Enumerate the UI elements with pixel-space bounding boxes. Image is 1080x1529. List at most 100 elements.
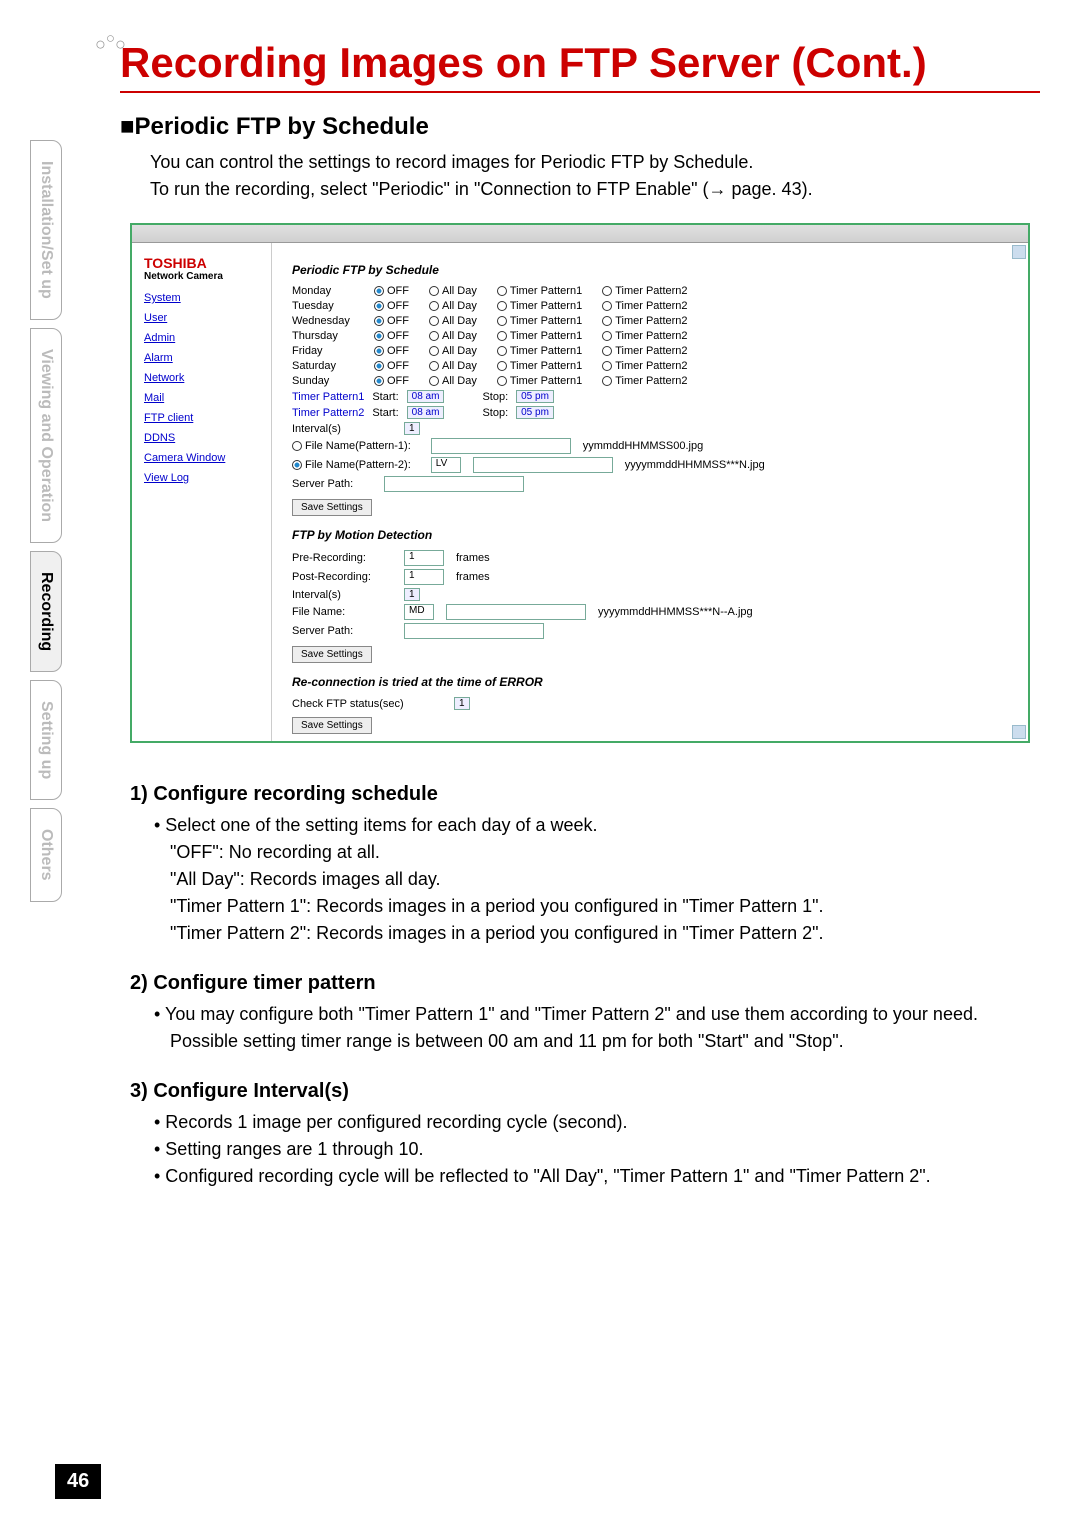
radio-icon[interactable] (429, 286, 439, 296)
tp1-stop-select[interactable]: 05 pm (516, 390, 554, 403)
radio-option[interactable]: All Day (429, 285, 477, 297)
nav-network[interactable]: Network (144, 372, 259, 384)
interval-select-2[interactable]: 1 (404, 588, 420, 601)
fnp2-input-2[interactable] (473, 457, 613, 473)
nav-mail[interactable]: Mail (144, 392, 259, 404)
tab-viewing[interactable]: Viewing and Operation (30, 328, 62, 543)
fnp2-input[interactable]: LV (431, 457, 461, 473)
radio-pattern2[interactable] (292, 460, 302, 470)
radio-icon[interactable] (429, 331, 439, 341)
tab-installation[interactable]: Installation/Set up (30, 140, 62, 320)
radio-icon[interactable] (497, 376, 507, 386)
radio-icon[interactable] (497, 346, 507, 356)
radio-icon[interactable] (374, 331, 384, 341)
nav-admin[interactable]: Admin (144, 332, 259, 344)
radio-option[interactable]: Timer Pattern1 (497, 300, 582, 312)
radio-icon[interactable] (602, 331, 612, 341)
radio-option[interactable]: Timer Pattern1 (497, 285, 582, 297)
radio-option[interactable]: Timer Pattern2 (602, 330, 687, 342)
radio-option[interactable]: All Day (429, 345, 477, 357)
check-ftp-select[interactable]: 1 (454, 697, 470, 710)
radio-icon[interactable] (497, 316, 507, 326)
radio-option[interactable]: OFF (374, 345, 409, 357)
radio-option[interactable]: OFF (374, 330, 409, 342)
radio-icon[interactable] (374, 316, 384, 326)
radio-option[interactable]: Timer Pattern1 (497, 375, 582, 387)
radio-pattern1[interactable] (292, 441, 302, 451)
radio-option[interactable]: OFF (374, 300, 409, 312)
md-filename-input[interactable]: MD (404, 604, 434, 620)
radio-icon[interactable] (429, 301, 439, 311)
radio-icon[interactable] (602, 376, 612, 386)
radio-icon[interactable] (497, 286, 507, 296)
radio-icon[interactable] (374, 286, 384, 296)
radio-option[interactable]: Timer Pattern2 (602, 345, 687, 357)
radio-icon[interactable] (374, 376, 384, 386)
radio-option[interactable]: Timer Pattern2 (602, 285, 687, 297)
scroll-up-icon[interactable] (1012, 245, 1026, 259)
radio-option[interactable]: Timer Pattern1 (497, 360, 582, 372)
radio-icon[interactable] (602, 361, 612, 371)
radio-option[interactable]: OFF (374, 285, 409, 297)
nav-view-log[interactable]: View Log (144, 472, 259, 484)
radio-option[interactable]: All Day (429, 315, 477, 327)
radio-option[interactable]: All Day (429, 360, 477, 372)
step-1-line-4: "Timer Pattern 2": Records images in a p… (170, 920, 1040, 947)
radio-icon[interactable] (602, 286, 612, 296)
save-settings-button-1[interactable]: Save Settings (292, 499, 372, 516)
interval-select[interactable]: 1 (404, 422, 420, 435)
tp1-start-select[interactable]: 08 am (407, 390, 445, 403)
radio-option[interactable]: All Day (429, 375, 477, 387)
radio-option[interactable]: OFF (374, 360, 409, 372)
radio-icon[interactable] (602, 316, 612, 326)
radio-option[interactable]: All Day (429, 300, 477, 312)
nav-ftp-client[interactable]: FTP client (144, 412, 259, 424)
radio-option[interactable]: Timer Pattern2 (602, 375, 687, 387)
radio-option[interactable]: All Day (429, 330, 477, 342)
server-path-input[interactable] (384, 476, 524, 492)
tab-setting-up[interactable]: Setting up (30, 680, 62, 800)
tab-others[interactable]: Others (30, 808, 62, 902)
radio-option[interactable]: Timer Pattern1 (497, 315, 582, 327)
radio-icon[interactable] (602, 301, 612, 311)
nav-user[interactable]: User (144, 312, 259, 324)
md-filename-input-2[interactable] (446, 604, 586, 620)
radio-icon[interactable] (497, 331, 507, 341)
scroll-down-icon[interactable] (1012, 725, 1026, 739)
radio-icon[interactable] (374, 346, 384, 356)
fnp1-input[interactable] (431, 438, 571, 454)
schedule-row: MondayOFFAll DayTimer Pattern1Timer Patt… (292, 285, 1008, 297)
radio-icon[interactable] (497, 361, 507, 371)
radio-option[interactable]: Timer Pattern2 (602, 360, 687, 372)
radio-option[interactable]: Timer Pattern1 (497, 345, 582, 357)
radio-option[interactable]: Timer Pattern2 (602, 300, 687, 312)
radio-icon[interactable] (497, 301, 507, 311)
tp2-start-select[interactable]: 08 am (407, 406, 445, 419)
reconnection-heading: Re-connection is tried at the time of ER… (292, 675, 1008, 689)
radio-icon[interactable] (374, 361, 384, 371)
pre-recording-input[interactable]: 1 (404, 550, 444, 566)
radio-option[interactable]: OFF (374, 375, 409, 387)
nav-ddns[interactable]: DDNS (144, 432, 259, 444)
save-settings-button-2[interactable]: Save Settings (292, 646, 372, 663)
radio-icon[interactable] (602, 346, 612, 356)
radio-option[interactable]: Timer Pattern1 (497, 330, 582, 342)
radio-icon[interactable] (429, 346, 439, 356)
nav-system[interactable]: System (144, 292, 259, 304)
nav-camera-window[interactable]: Camera Window (144, 452, 259, 464)
post-recording-input[interactable]: 1 (404, 569, 444, 585)
radio-icon[interactable] (429, 316, 439, 326)
radio-option[interactable]: OFF (374, 315, 409, 327)
tab-recording[interactable]: Recording (30, 551, 62, 672)
save-settings-button-3[interactable]: Save Settings (292, 717, 372, 734)
md-filename-suffix: yyyymmddHHMMSS***N--A.jpg (598, 606, 753, 618)
radio-option[interactable]: Timer Pattern2 (602, 315, 687, 327)
radio-icon[interactable] (429, 361, 439, 371)
server-path-label: Server Path: (292, 478, 372, 490)
tp2-stop-select[interactable]: 05 pm (516, 406, 554, 419)
nav-alarm[interactable]: Alarm (144, 352, 259, 364)
radio-icon[interactable] (374, 301, 384, 311)
day-label: Sunday (292, 375, 362, 387)
radio-icon[interactable] (429, 376, 439, 386)
server-path-input-2[interactable] (404, 623, 544, 639)
